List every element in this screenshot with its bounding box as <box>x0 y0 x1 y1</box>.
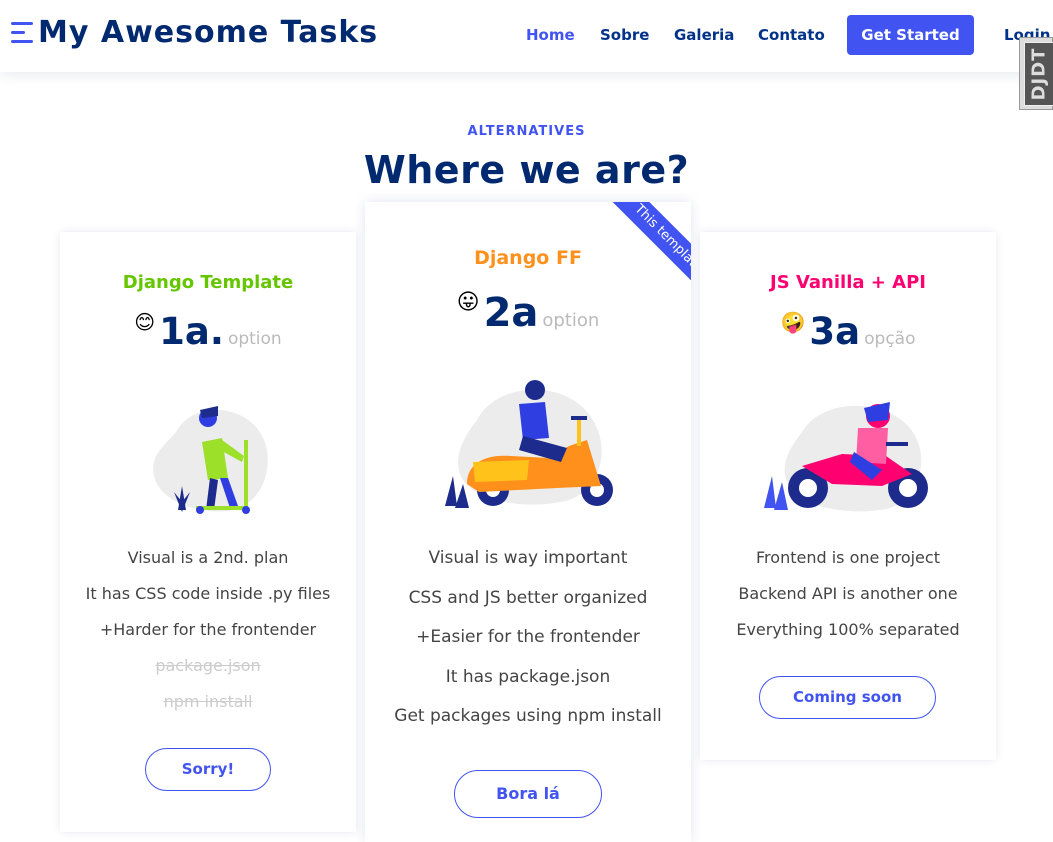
option-unit: option <box>227 329 282 349</box>
feature-item: CSS and JS better organized <box>408 588 648 608</box>
feature-item: It has package.json <box>445 667 611 687</box>
pricing-card-1: Django Template 😊 1a. option Visual is a 2… <box>60 232 356 832</box>
feature-item: +Easier for the frontender <box>416 627 640 647</box>
section-title: Where we are? <box>363 148 690 192</box>
menu-logo-icon[interactable] <box>11 22 33 48</box>
zany-emoji-icon: 🤪 <box>780 310 806 334</box>
feature-item: Everything 100% separated <box>736 620 960 639</box>
nav-contato[interactable]: Contato <box>758 26 825 44</box>
pricing-card-3: JS Vanilla + API 🤪 3a opção Frontend is on… <box>700 232 996 760</box>
feature-item: Backend API is another one <box>738 584 958 603</box>
logo-text[interactable]: My Awesome Tasks <box>38 15 378 50</box>
section-subtitle: ALTERNATIVES <box>467 124 586 139</box>
sorry-button[interactable]: Sorry! <box>145 748 271 791</box>
smile-emoji-icon: 😊 <box>134 310 156 334</box>
card-option: 🤪 3a opção <box>700 310 996 353</box>
feature-item: It has CSS code inside .py files <box>85 584 331 603</box>
option-unit: option <box>542 310 600 331</box>
coming-soon-button[interactable]: Coming soon <box>759 676 936 719</box>
tongue-emoji-icon: 😛 <box>456 290 480 315</box>
nav-galeria[interactable]: Galeria <box>674 26 734 44</box>
feature-item: +Harder for the frontender <box>99 620 317 639</box>
feature-item-unavailable: npm install <box>163 692 253 711</box>
feature-item: Visual is way important <box>428 548 628 568</box>
get-started-button[interactable]: Get Started <box>847 15 974 55</box>
feature-item: Visual is a 2nd. plan <box>127 548 289 567</box>
card-title: Django FF <box>474 247 582 269</box>
header: My Awesome Tasks Home Sobre Galeria Cont… <box>0 0 1053 72</box>
option-number: 3a <box>809 310 861 353</box>
pricing-card-2-featured: This template Django FF 😛 2a option Visual… <box>365 202 691 842</box>
option-number: 1a. <box>159 310 224 353</box>
debug-toolbar-label: DJDT <box>1028 47 1050 101</box>
nav-sobre[interactable]: Sobre <box>600 26 649 44</box>
nav-home[interactable]: Home <box>526 26 575 44</box>
bora-la-button[interactable]: Bora lá <box>454 770 602 818</box>
motor-scooter-illustration <box>445 380 613 508</box>
option-number: 2a <box>483 290 539 336</box>
card-option: 😛 2a option <box>365 290 691 336</box>
card-title: JS Vanilla + API <box>770 272 926 293</box>
feature-item: Get packages using npm install <box>394 706 662 726</box>
feature-item: Frontend is one project <box>756 548 940 567</box>
card-title: Django Template <box>122 272 294 293</box>
debug-toolbar-handle[interactable]: DJDT <box>1019 37 1053 110</box>
option-unit: opção <box>864 329 916 349</box>
card-option: 😊 1a. option <box>60 310 356 353</box>
feature-item-unavailable: package.json <box>155 656 261 675</box>
motorcycle-illustration <box>764 402 928 512</box>
scooter-kick-illustration <box>153 406 268 514</box>
